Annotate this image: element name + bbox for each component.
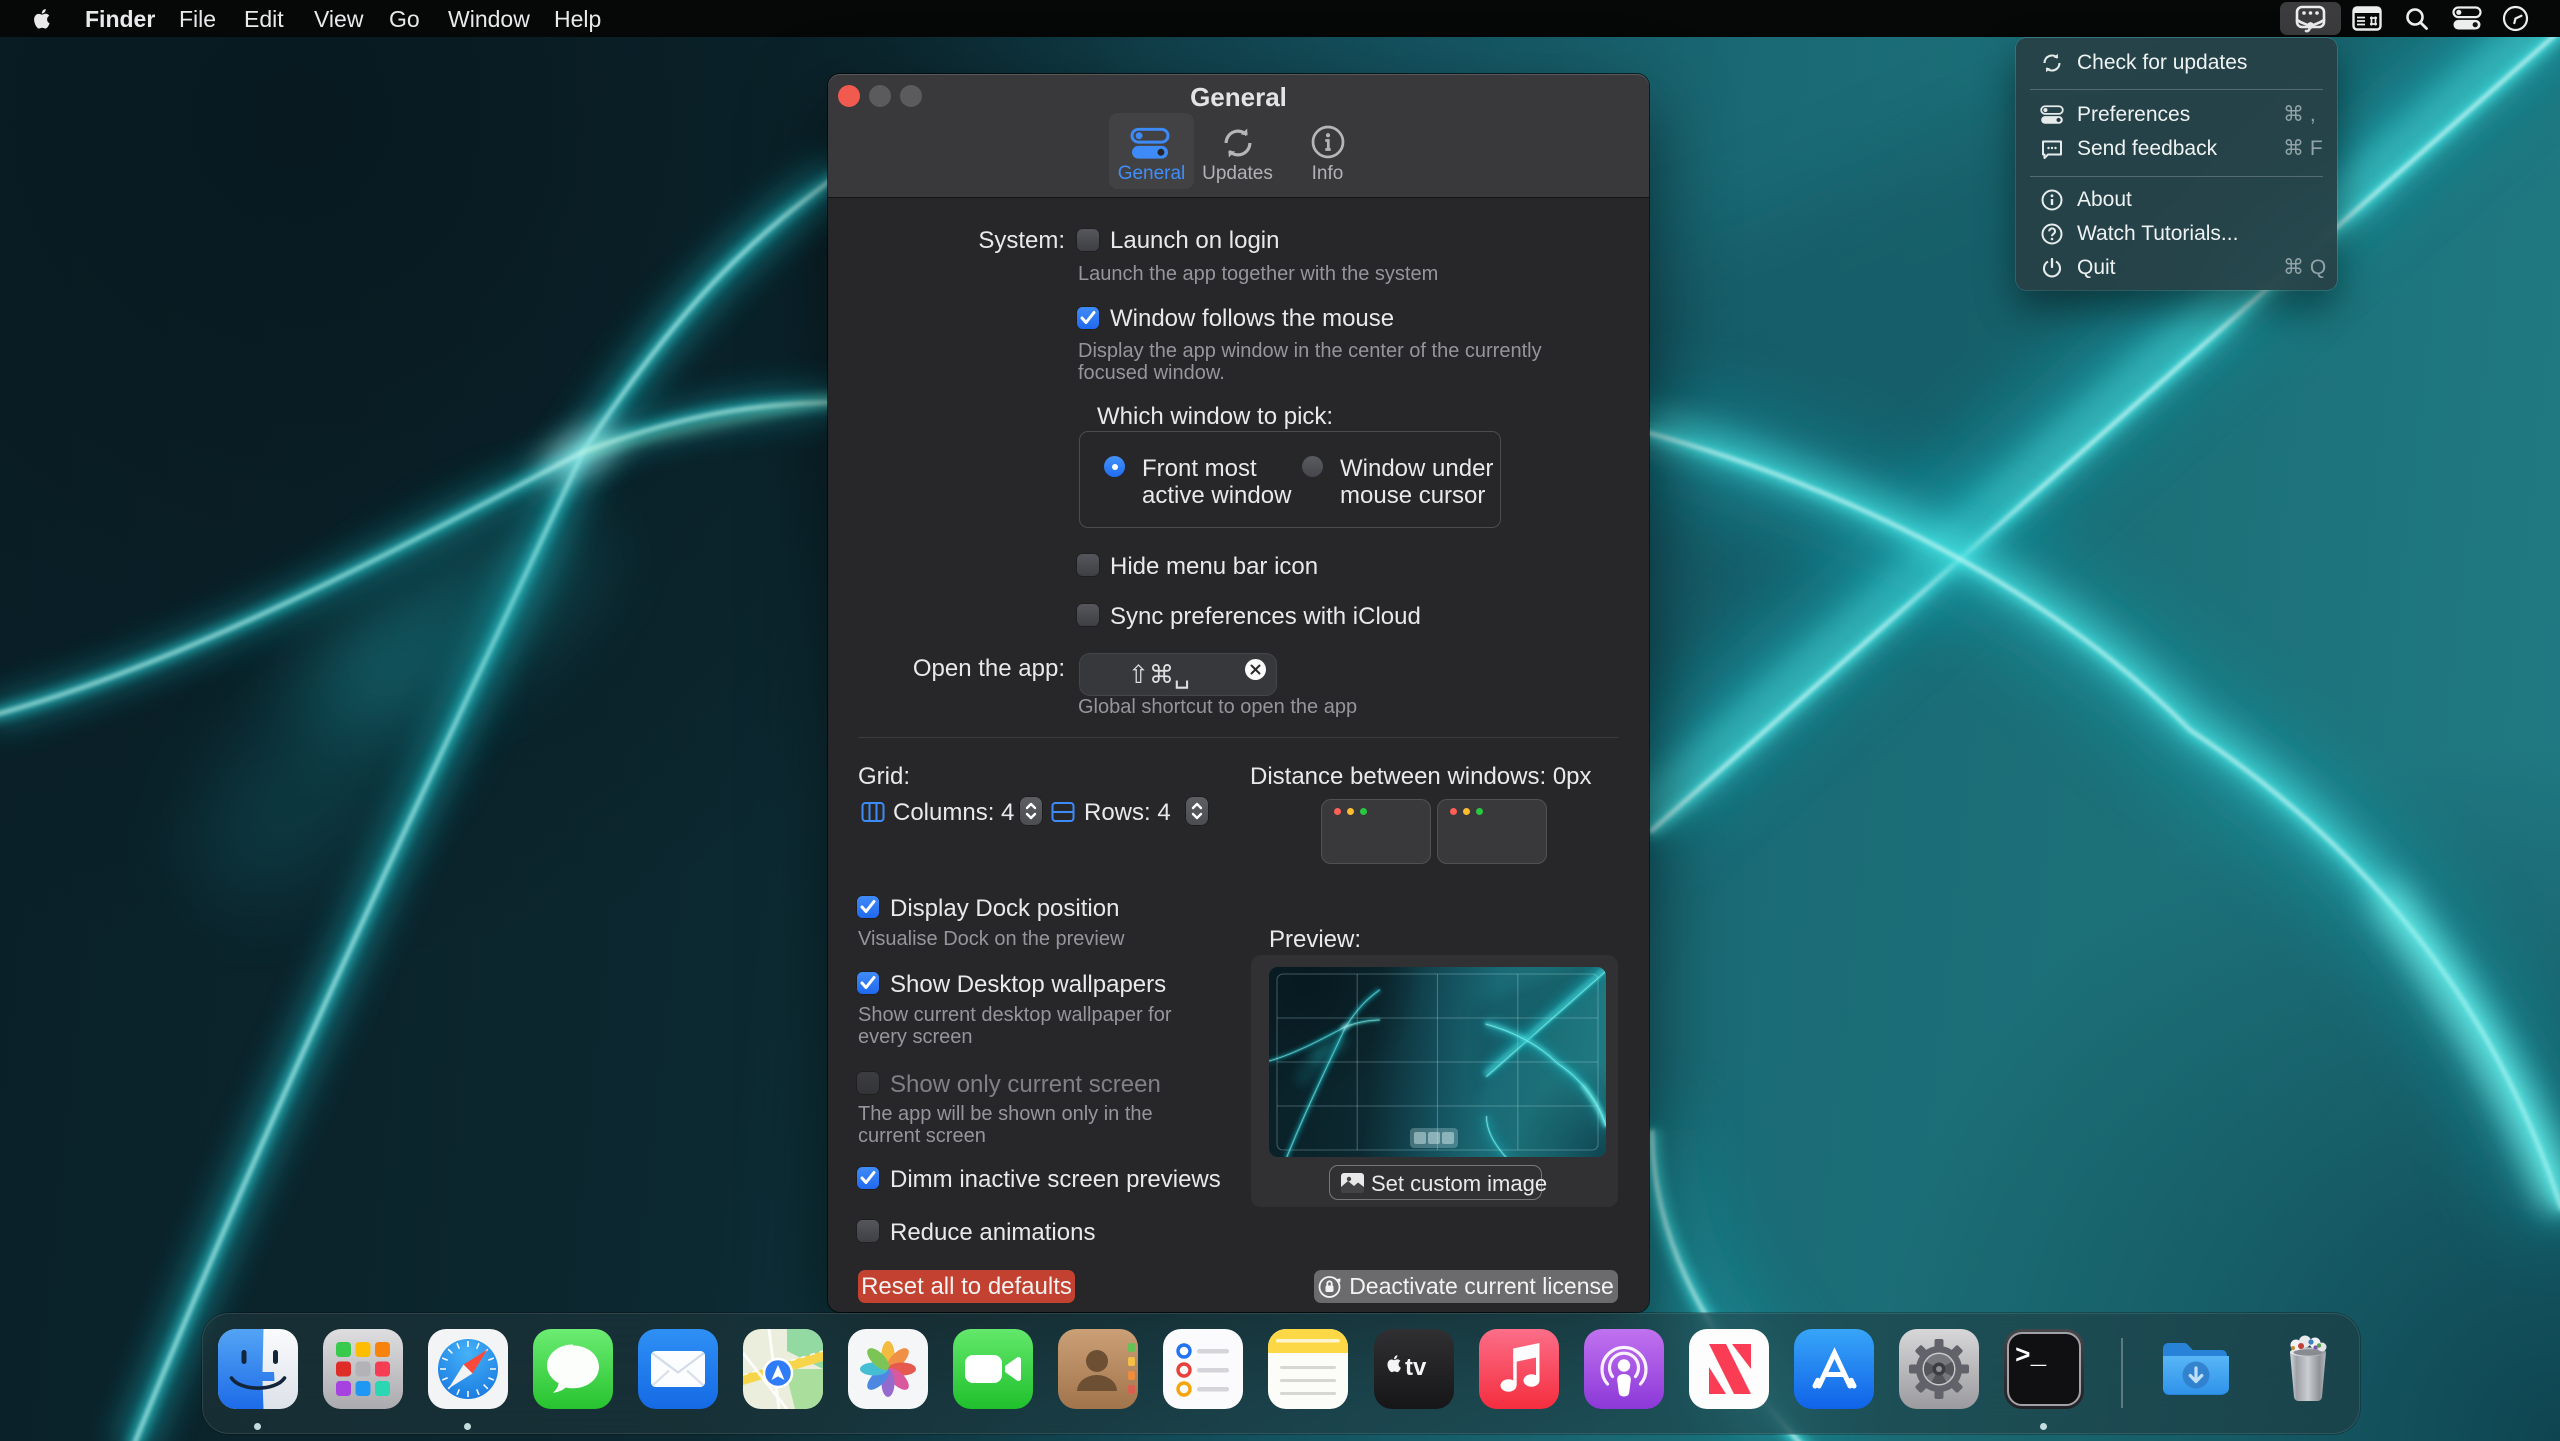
svg-text:>_: >_ [2015,1341,2047,1371]
svg-text:tv: tv [1405,1354,1427,1381]
